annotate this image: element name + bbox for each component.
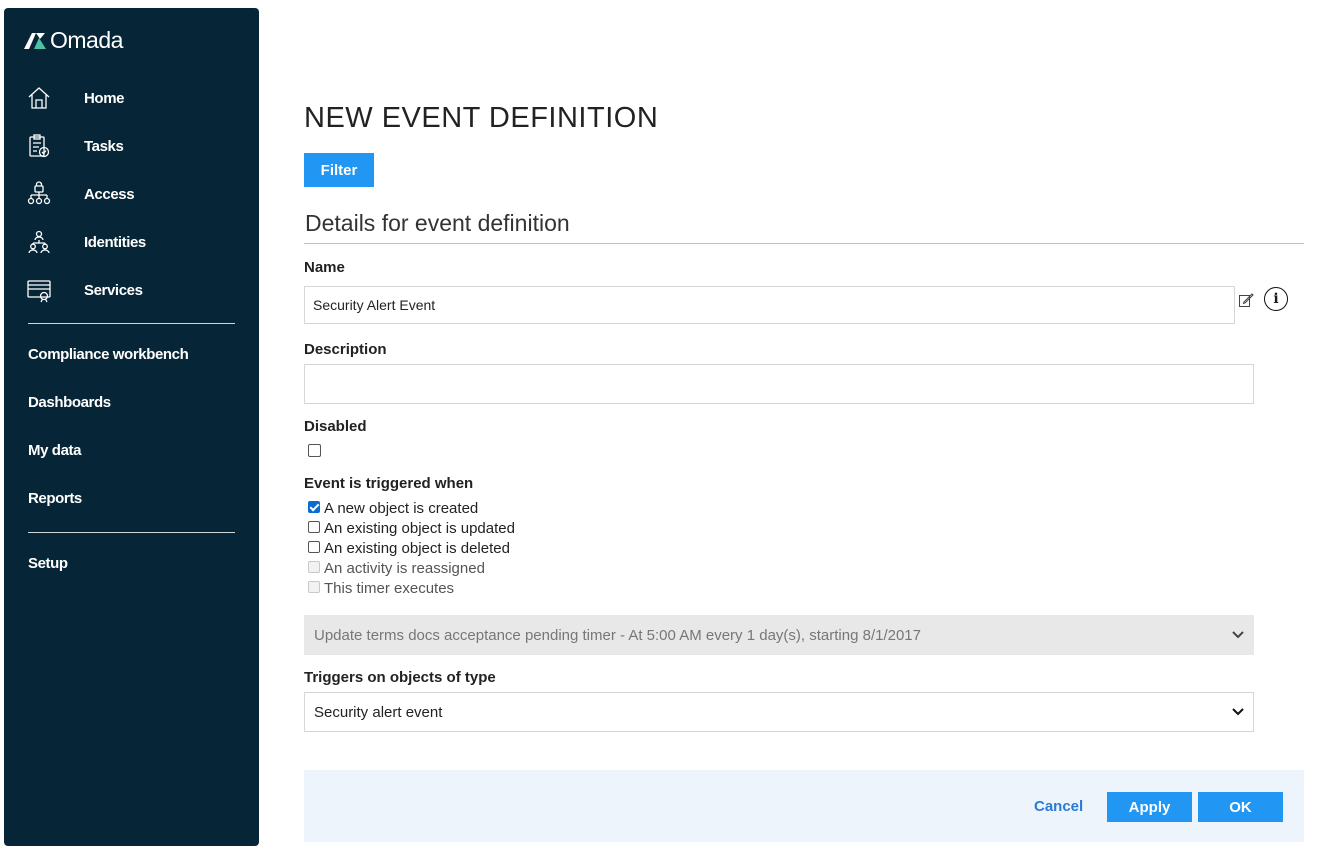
timer-select: Update terms docs acceptance pending tim… (304, 615, 1254, 655)
trigger-reassigned-label: An activity is reassigned (324, 560, 485, 577)
nav-my-data[interactable]: My data (28, 442, 81, 459)
sidebar-divider (28, 323, 235, 324)
identities-icon (26, 229, 52, 255)
clipboard-check-icon (26, 133, 52, 159)
trigger-updated-label: An existing object is updated (324, 520, 515, 537)
timer-select-value: Update terms docs acceptance pending tim… (314, 626, 921, 644)
nav-reports[interactable]: Reports (28, 490, 82, 507)
chevron-down-icon (1232, 631, 1244, 639)
nav-access-label: Access (84, 185, 135, 203)
trigger-deleted-label: An existing object is deleted (324, 540, 510, 557)
access-hierarchy-icon (26, 181, 52, 207)
trigger-label: Event is triggered when (304, 475, 474, 492)
trigger-updated-checkbox[interactable] (308, 521, 320, 533)
section-title: Details for event definition (305, 210, 570, 236)
sidebar: Omada Home Tasks Access Identities Servi… (4, 8, 259, 846)
nav-compliance-workbench[interactable]: Compliance workbench (28, 346, 189, 363)
trigger-created-checkbox[interactable] (308, 501, 320, 513)
nav-setup[interactable]: Setup (28, 555, 68, 572)
ok-button[interactable]: OK (1198, 792, 1283, 822)
nav-tasks[interactable]: Tasks (4, 126, 259, 166)
name-input[interactable] (304, 286, 1235, 324)
sidebar-divider (28, 532, 235, 533)
nav-tasks-label: Tasks (84, 137, 124, 155)
trigger-timer-checkbox (308, 581, 320, 593)
apply-button[interactable]: Apply (1107, 792, 1192, 822)
nav-home-label: Home (84, 89, 125, 107)
nav-identities[interactable]: Identities (4, 222, 259, 262)
nav-access[interactable]: Access (4, 174, 259, 214)
object-type-label: Triggers on objects of type (304, 669, 496, 686)
info-icon[interactable]: i (1264, 287, 1288, 311)
object-type-select[interactable]: Security alert event (304, 692, 1254, 732)
nav-services-label: Services (84, 281, 143, 299)
trigger-deleted-checkbox[interactable] (308, 541, 320, 553)
description-label: Description (304, 341, 387, 358)
edit-icon[interactable] (1238, 292, 1254, 308)
app-name: Omada (50, 26, 123, 53)
nav-home[interactable]: Home (4, 78, 259, 118)
omada-logo-mark-icon (24, 33, 46, 49)
omada-logo[interactable]: Omada (23, 26, 123, 54)
chevron-down-icon (1232, 708, 1244, 716)
trigger-reassigned-checkbox (308, 561, 320, 573)
trigger-created-label: A new object is created (324, 500, 479, 517)
nav-dashboards[interactable]: Dashboards (28, 394, 111, 411)
trigger-timer-label: This timer executes (324, 580, 455, 597)
name-label: Name (304, 259, 345, 276)
filter-button[interactable]: Filter (304, 153, 374, 187)
disabled-checkbox[interactable] (308, 444, 321, 457)
cancel-button[interactable]: Cancel (1034, 798, 1083, 815)
nav-services[interactable]: Services (4, 270, 259, 310)
section-divider (304, 243, 1304, 244)
disabled-label: Disabled (304, 418, 367, 435)
object-type-select-value: Security alert event (314, 703, 443, 721)
nav-identities-label: Identities (84, 233, 146, 251)
home-icon (26, 85, 52, 111)
description-input[interactable] (304, 364, 1254, 404)
services-icon (26, 277, 52, 303)
page-title: NEW EVENT DEFINITION (304, 102, 659, 134)
